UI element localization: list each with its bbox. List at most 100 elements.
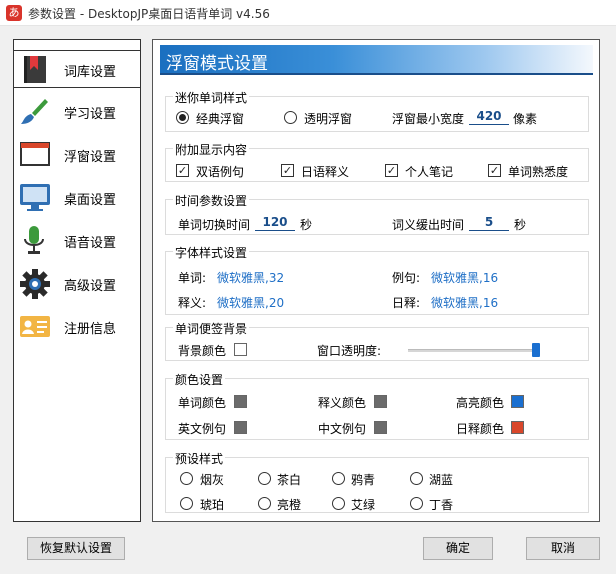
window-icon [20,142,50,166]
gear-icon [20,269,50,299]
sidebar-item-registration[interactable]: 注册信息 [14,308,140,346]
id-card-icon [20,316,50,337]
colors-group: 颜色设置 单词颜色 释义颜色 高亮颜色 英文例句 中文例句 日释颜色 [165,371,589,440]
sidebar-item-desktop[interactable]: 桌面设置 [14,179,140,217]
familiarity-checkbox[interactable]: ✓ [488,164,501,177]
word-color-swatch[interactable] [234,395,247,408]
sidebar-item-label: 词库设置 [64,65,117,80]
jp-meaning-color-swatch[interactable] [511,421,524,434]
personal-note-checkbox[interactable]: ✓ [385,164,398,177]
preset-radio[interactable] [410,497,423,510]
sidebar-item-advanced[interactable]: 高级设置 [14,265,140,303]
sidebar: 词库设置 学习设置 浮窗设置 桌面设置 语音设置 高级设置 注册信息 [13,39,141,522]
title-bar: あ 参数设置 - DesktopJP桌面日语背单词 v4.56 [0,0,616,26]
paint-brush-icon [21,99,48,124]
sidebar-item-label: 学习设置 [64,107,117,122]
preset-label: 艾绿 [351,498,376,512]
word-color-label: 单词颜色 [178,396,227,410]
jp-meaning-checkbox[interactable]: ✓ [281,164,294,177]
min-width-label: 浮窗最小宽度 [392,112,465,126]
preset-label: 丁香 [429,498,454,512]
bilingual-example-checkbox[interactable]: ✓ [176,164,189,177]
cn-example-color-label: 中文例句 [318,422,367,436]
meaning-color-label: 释义颜色 [318,396,367,410]
group-title: 迷你单词样式 [173,89,250,106]
preset-radio[interactable] [410,472,423,485]
familiarity-label: 单词熟悉度 [508,165,569,179]
sidebar-item-label: 桌面设置 [64,193,117,208]
sidebar-item-label: 浮窗设置 [64,150,117,165]
slider-thumb[interactable] [532,343,540,357]
min-width-unit: 像素 [513,112,538,126]
slider-track [408,349,540,352]
preset-label: 琥珀 [200,498,225,512]
word-font-label: 单词: [178,271,207,285]
bookmark-book-icon [24,56,46,83]
example-font-label: 例句: [392,271,421,285]
time-params-group: 时间参数设置 单词切换时间 120 秒 词义缓出时间 5 秒 [165,192,589,235]
preset-label: 烟灰 [200,473,225,487]
bilingual-example-label: 双语例句 [196,165,245,179]
jp-meaning-color-label: 日释颜色 [456,422,505,436]
microphone-icon [24,226,44,254]
switch-time-unit: 秒 [300,218,313,232]
word-font-link[interactable]: 微软雅黑,32 [217,269,284,286]
preset-label: 鸦青 [351,473,376,487]
settings-panel: 浮窗模式设置 迷你单词样式 经典浮窗 透明浮窗 浮窗最小宽度 420 像素 附加… [152,39,600,522]
jp-meaning-font-link[interactable]: 微软雅黑,16 [431,294,498,311]
min-width-input[interactable]: 420 [469,109,509,125]
window-title: 参数设置 - DesktopJP桌面日语背单词 v4.56 [28,7,270,21]
reset-defaults-button[interactable]: 恢复默认设置 [27,537,125,560]
presets-group: 预设样式 烟灰 茶白 鸦青 湖蓝 琥珀 亮橙 艾绿 丁香 [165,450,589,513]
panel-title: 浮窗模式设置 [166,54,268,74]
example-font-link[interactable]: 微软雅黑,16 [431,269,498,286]
classic-float-label: 经典浮窗 [196,112,245,126]
transparent-float-label: 透明浮窗 [304,112,353,126]
bg-color-swatch[interactable] [234,343,247,356]
highlight-color-swatch[interactable] [511,395,524,408]
sidebar-item-label: 高级设置 [64,279,117,294]
delay-time-unit: 秒 [514,218,527,232]
preset-radio[interactable] [332,472,345,485]
group-title: 附加显示内容 [173,141,250,158]
app-icon: あ [6,5,22,21]
sidebar-item-voice[interactable]: 语音设置 [14,222,140,260]
group-title: 时间参数设置 [173,192,250,209]
transparent-float-radio[interactable] [284,111,297,124]
sidebar-item-label: 语音设置 [64,236,117,251]
preset-radio[interactable] [258,472,271,485]
preset-radio[interactable] [180,472,193,485]
group-title: 颜色设置 [173,371,226,388]
jp-meaning-label: 日语释义 [301,165,350,179]
preset-label: 亮橙 [277,498,302,512]
personal-note-label: 个人笔记 [405,165,454,179]
opacity-label: 窗口透明度: [317,344,382,358]
ok-button[interactable]: 确定 [423,537,493,560]
sidebar-item-label: 注册信息 [64,322,117,337]
cn-example-color-swatch[interactable] [374,421,387,434]
classic-float-radio[interactable] [176,111,189,124]
switch-time-input[interactable]: 120 [255,215,295,231]
font-style-group: 字体样式设置 单词: 微软雅黑,32 例句: 微软雅黑,16 释义: 微软雅黑,… [165,244,589,315]
preset-radio[interactable] [332,497,345,510]
en-example-color-label: 英文例句 [178,422,227,436]
meaning-color-swatch[interactable] [374,395,387,408]
background-group: 单词便签背景 背景颜色 窗口透明度: [165,320,589,361]
switch-time-label: 单词切换时间 [178,218,251,232]
meaning-font-label: 释义: [178,296,207,310]
sidebar-item-study[interactable]: 学习设置 [14,93,140,131]
sidebar-item-float-window[interactable]: 浮窗设置 [14,136,140,174]
en-example-color-swatch[interactable] [234,421,247,434]
meaning-font-link[interactable]: 微软雅黑,20 [217,294,284,311]
cancel-button[interactable]: 取消 [526,537,600,560]
delay-time-input[interactable]: 5 [469,215,509,231]
highlight-color-label: 高亮颜色 [456,396,505,410]
group-title: 字体样式设置 [173,244,250,261]
preset-label: 茶白 [277,473,302,487]
preset-radio[interactable] [258,497,271,510]
preset-label: 湖蓝 [429,473,454,487]
sidebar-item-vocabulary[interactable]: 词库设置 [14,50,140,88]
panel-banner: 浮窗模式设置 [160,45,593,75]
delay-time-label: 词义缓出时间 [392,218,465,232]
preset-radio[interactable] [180,497,193,510]
